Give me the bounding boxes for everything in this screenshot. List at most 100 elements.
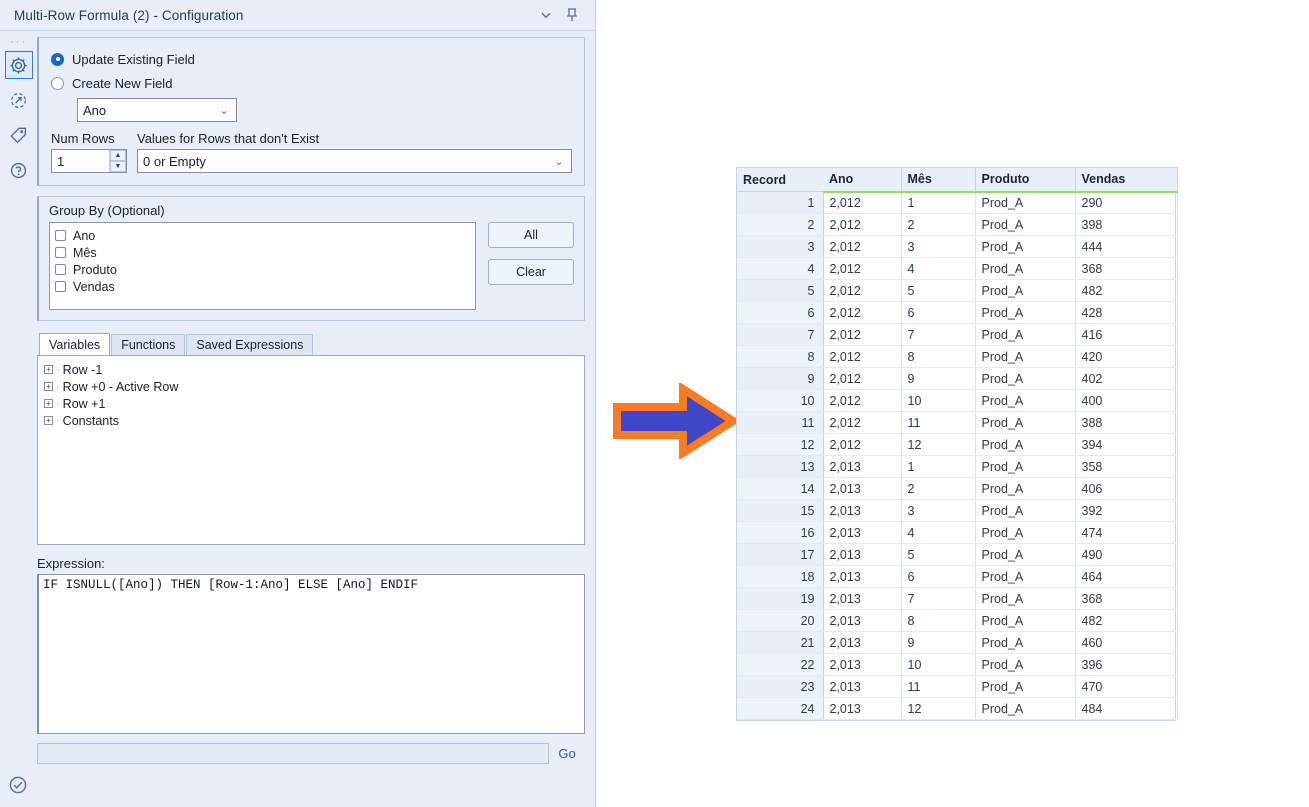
cell-vendas: 470 [1075, 675, 1178, 698]
stepper-down-icon[interactable]: ▼ [110, 161, 126, 172]
cell-vendas: 460 [1075, 631, 1178, 654]
expand-icon[interactable]: + [44, 416, 53, 425]
cell-vendas: 358 [1075, 455, 1178, 478]
table-row[interactable]: 24 2,013 12 Prod_A 484 [737, 697, 1178, 720]
cell-ano: 2,012 [823, 213, 902, 236]
update-existing-field-radio-row[interactable]: Update Existing Field [51, 48, 572, 70]
table-row[interactable]: 18 2,013 6 Prod_A 464 [737, 565, 1178, 588]
column-header-mes[interactable]: Mês [901, 167, 976, 193]
values-for-missing-rows-select[interactable]: 0 or Empty ⌄ [137, 149, 572, 173]
table-row[interactable]: 3 2,012 3 Prod_A 444 [737, 235, 1178, 258]
results-table: Record Ano Mês Produto Vendas 1 2,012 1 Pro… [737, 167, 1178, 720]
cell-record: 19 [737, 587, 824, 610]
expand-icon[interactable]: + [44, 382, 53, 391]
cell-record: 5 [737, 279, 824, 302]
clear-selection-button[interactable]: Clear [488, 259, 574, 285]
table-row[interactable]: 19 2,013 7 Prod_A 368 [737, 587, 1178, 610]
expand-icon[interactable]: + [44, 399, 53, 408]
cell-vendas: 388 [1075, 411, 1178, 434]
go-button[interactable]: Go [549, 746, 585, 761]
cell-mes: 9 [901, 367, 976, 390]
update-existing-field-radio[interactable] [51, 52, 64, 66]
table-row[interactable]: 1 2,012 1 Prod_A 290 [737, 191, 1178, 214]
table-row[interactable]: 7 2,012 7 Prod_A 416 [737, 323, 1178, 346]
table-row[interactable]: 17 2,013 5 Prod_A 490 [737, 543, 1178, 566]
table-row[interactable]: 6 2,012 6 Prod_A 428 [737, 301, 1178, 324]
cell-mes: 8 [901, 345, 976, 368]
field-select[interactable]: Ano ⌄ [77, 98, 237, 122]
variables-tree[interactable]: + · Row -1 + · Row +0 - Active Row + · Row … [37, 355, 585, 545]
table-row[interactable]: 5 2,012 5 Prod_A 482 [737, 279, 1178, 302]
column-header-vendas[interactable]: Vendas [1075, 167, 1178, 193]
group-by-item[interactable]: Ano [55, 227, 475, 244]
num-rows-input[interactable]: 1 ▲ ▼ [51, 149, 127, 173]
group-by-item[interactable]: Vendas [55, 278, 475, 295]
group-by-item[interactable]: Produto [55, 261, 475, 278]
help-icon[interactable] [5, 156, 33, 184]
configuration-panel: Multi-Row Formula (2) - Configuration · ·… [0, 0, 596, 807]
expression-tabs: Variables Functions Saved Expressions [37, 333, 585, 355]
tag-icon[interactable] [5, 121, 33, 149]
cell-ano: 2,012 [823, 389, 902, 412]
tree-item[interactable]: + · Constants [44, 412, 584, 429]
cell-produto: Prod_A [975, 345, 1076, 368]
table-row[interactable]: 8 2,012 8 Prod_A 420 [737, 345, 1178, 368]
table-row[interactable]: 23 2,013 11 Prod_A 470 [737, 675, 1178, 698]
create-new-field-radio[interactable] [51, 76, 64, 90]
tab-functions[interactable]: Functions [111, 334, 186, 355]
cell-record: 12 [737, 433, 824, 456]
create-new-field-radio-row[interactable]: Create New Field [51, 72, 572, 94]
cell-produto: Prod_A [975, 565, 1076, 588]
run-icon[interactable] [5, 86, 33, 114]
checkbox[interactable] [55, 247, 66, 258]
num-rows-stepper[interactable]: ▲ ▼ [109, 150, 126, 172]
table-row[interactable]: 11 2,012 11 Prod_A 388 [737, 411, 1178, 434]
table-row[interactable]: 14 2,013 2 Prod_A 406 [737, 477, 1178, 500]
group-by-item[interactable]: Mês [55, 244, 475, 261]
table-row[interactable]: 2 2,012 2 Prod_A 398 [737, 213, 1178, 236]
chevron-down-icon: ⌄ [219, 104, 229, 117]
table-row[interactable]: 9 2,012 9 Prod_A 402 [737, 367, 1178, 390]
tree-item[interactable]: + · Row +1 [44, 395, 584, 412]
column-header-ano[interactable]: Ano [823, 167, 902, 193]
cell-mes: 1 [901, 191, 976, 214]
tree-item[interactable]: + · Row +0 - Active Row [44, 378, 584, 395]
check-circle-icon[interactable] [4, 771, 32, 799]
expand-icon[interactable]: + [44, 365, 53, 374]
group-by-field-list[interactable]: Ano Mês Produto Vendas [49, 222, 476, 310]
cell-produto: Prod_A [975, 367, 1076, 390]
results-table-container[interactable]: Record Ano Mês Produto Vendas 1 2,012 1 Pro… [736, 167, 1178, 721]
checkbox[interactable] [55, 281, 66, 292]
column-header-record[interactable]: Record [737, 167, 823, 192]
pin-icon[interactable] [559, 4, 585, 26]
cell-vendas: 444 [1075, 235, 1178, 258]
column-header-produto[interactable]: Produto [975, 167, 1076, 193]
chevron-down-icon[interactable] [533, 4, 559, 26]
tab-variables[interactable]: Variables [39, 333, 111, 355]
table-row[interactable]: 20 2,013 8 Prod_A 482 [737, 609, 1178, 632]
table-row[interactable]: 15 2,013 3 Prod_A 392 [737, 499, 1178, 522]
cell-ano: 2,013 [823, 499, 902, 522]
expression-editor[interactable]: IF ISNULL([Ano]) THEN [Row-1:Ano] ELSE [… [37, 574, 585, 734]
gear-icon[interactable] [4, 51, 33, 79]
tab-saved-expressions[interactable]: Saved Expressions [186, 334, 314, 355]
table-row[interactable]: 21 2,013 9 Prod_A 460 [737, 631, 1178, 654]
config-content: Update Existing Field Create New Field A… [37, 31, 595, 807]
select-all-button[interactable]: All [488, 222, 574, 248]
table-row[interactable]: 10 2,012 10 Prod_A 400 [737, 389, 1178, 412]
tree-item[interactable]: + · Row -1 [44, 361, 584, 378]
stepper-up-icon[interactable]: ▲ [110, 150, 126, 161]
table-row[interactable]: 16 2,013 4 Prod_A 474 [737, 521, 1178, 544]
table-row[interactable]: 13 2,013 1 Prod_A 358 [737, 455, 1178, 478]
cell-ano: 2,013 [823, 521, 902, 544]
table-row[interactable]: 22 2,013 10 Prod_A 396 [737, 653, 1178, 676]
table-row[interactable]: 12 2,012 12 Prod_A 394 [737, 433, 1178, 456]
checkbox[interactable] [55, 264, 66, 275]
cell-ano: 2,013 [823, 543, 902, 566]
search-input[interactable] [37, 743, 549, 764]
checkbox[interactable] [55, 230, 66, 241]
rail-drag-dots[interactable]: ··· [10, 37, 27, 51]
cell-ano: 2,012 [823, 367, 902, 390]
cell-record: 2 [737, 213, 824, 236]
table-row[interactable]: 4 2,012 4 Prod_A 368 [737, 257, 1178, 280]
